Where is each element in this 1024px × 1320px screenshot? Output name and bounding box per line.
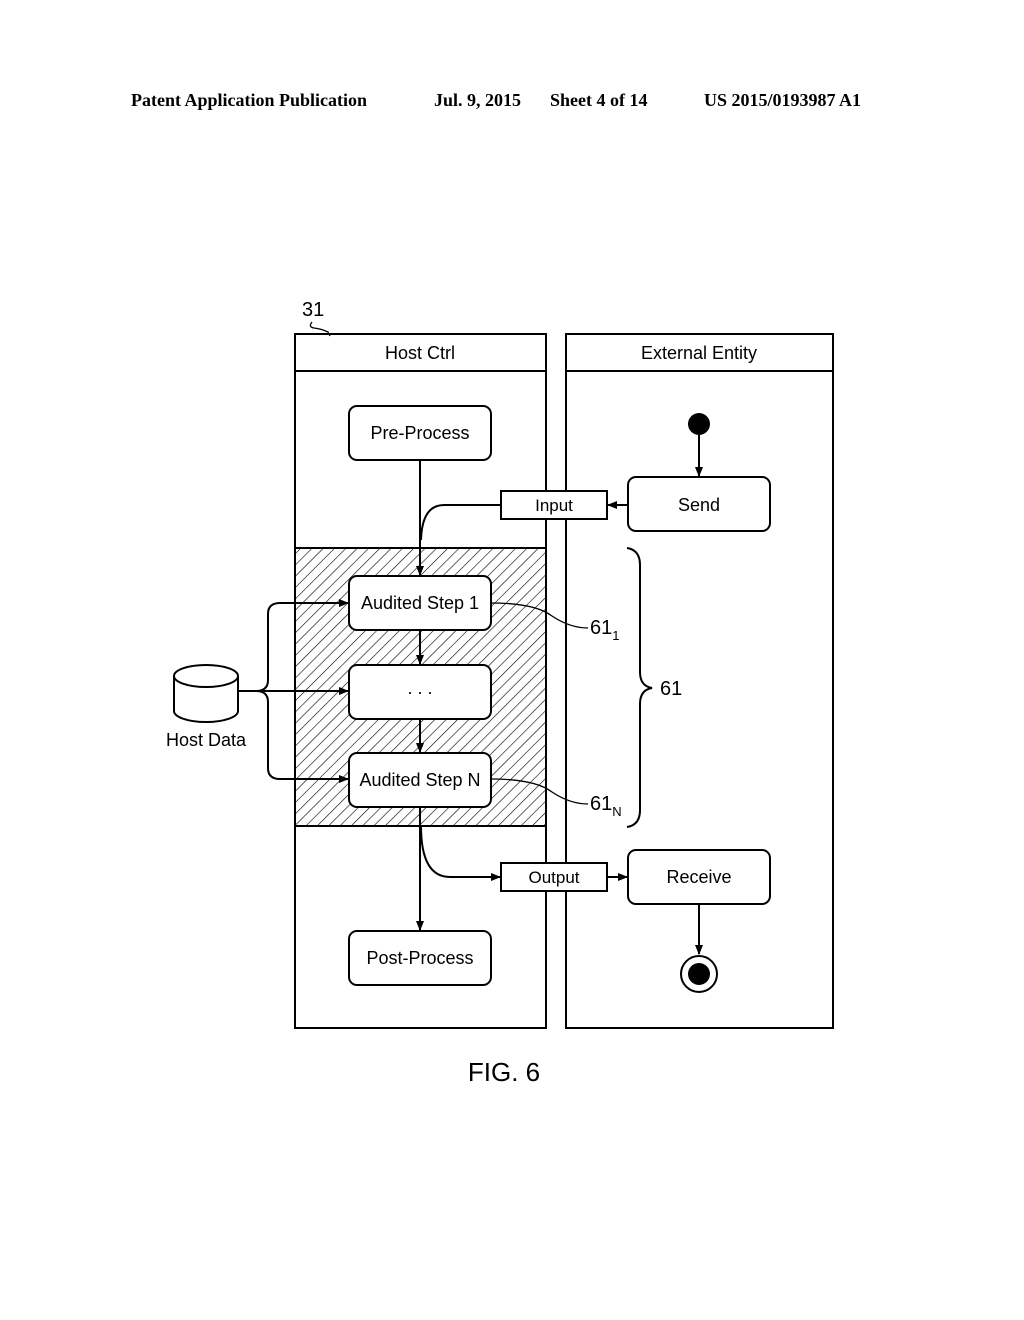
node-audited-step-1: Audited Step 1	[348, 575, 492, 631]
svg-text:Pre-Process: Pre-Process	[370, 423, 469, 443]
datastore-label: Host Data	[166, 730, 247, 750]
activity-diagram: 31 Host Ctrl External Entity Pre-Process…	[166, 299, 834, 1087]
callout-61-group: 61	[660, 678, 682, 700]
figure-caption: FIG. 6	[468, 1057, 540, 1087]
node-receive: Receive	[627, 849, 771, 905]
node-ellipsis: . . .	[348, 664, 492, 720]
callout-61-1: 611	[590, 617, 619, 643]
svg-text:Post-Process: Post-Process	[366, 948, 473, 968]
callout-61-n: 61N	[590, 793, 622, 819]
initial-node	[688, 413, 710, 435]
edge-input-to-step1	[420, 504, 501, 541]
edge-stepn-to-output	[420, 825, 501, 881]
final-node	[680, 955, 718, 993]
pin-input: Input	[500, 490, 608, 520]
brace-61	[626, 547, 653, 828]
datastore-host-data: Host Data	[166, 664, 247, 750]
lane-title-host: Host Ctrl	[385, 343, 455, 363]
node-audited-step-n: Audited Step N	[348, 752, 492, 808]
reference-label-31: 31	[302, 299, 324, 321]
svg-text:Send: Send	[678, 495, 720, 515]
svg-text:Output: Output	[528, 868, 579, 887]
svg-text:. . .: . . .	[407, 678, 432, 698]
node-pre-process: Pre-Process	[348, 405, 492, 461]
lane-title-external: External Entity	[641, 343, 757, 363]
node-post-process: Post-Process	[348, 930, 492, 986]
node-send: Send	[627, 476, 771, 532]
pin-output: Output	[500, 862, 608, 892]
svg-text:Audited Step N: Audited Step N	[359, 770, 480, 790]
svg-text:Input: Input	[535, 496, 573, 515]
svg-text:Receive: Receive	[666, 867, 731, 887]
svg-text:Audited Step 1: Audited Step 1	[361, 593, 479, 613]
